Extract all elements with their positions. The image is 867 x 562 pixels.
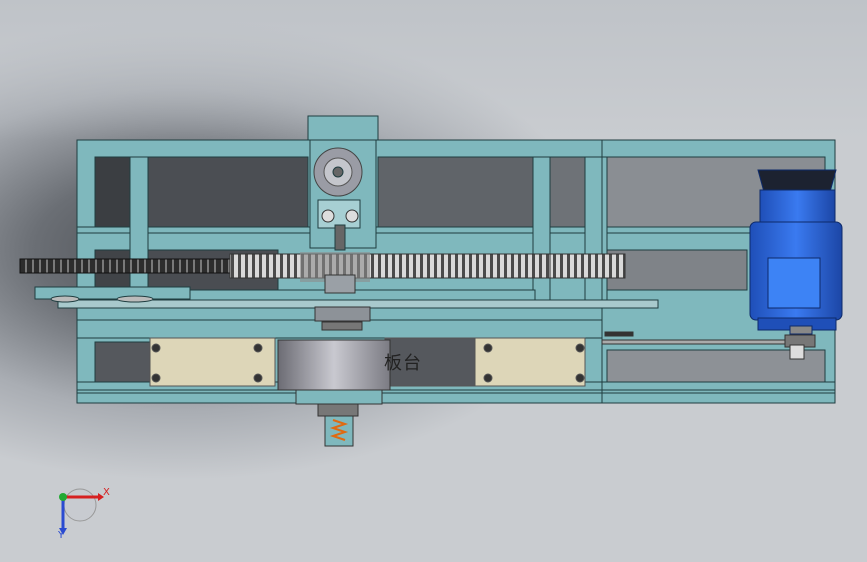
coordinate-triad xyxy=(59,488,104,535)
x-axis-label: X xyxy=(103,487,110,498)
origin-dot xyxy=(59,493,67,501)
y-axis-label: Y xyxy=(58,530,65,541)
cad-viewport[interactable]: 板台 X Y xyxy=(0,0,867,562)
